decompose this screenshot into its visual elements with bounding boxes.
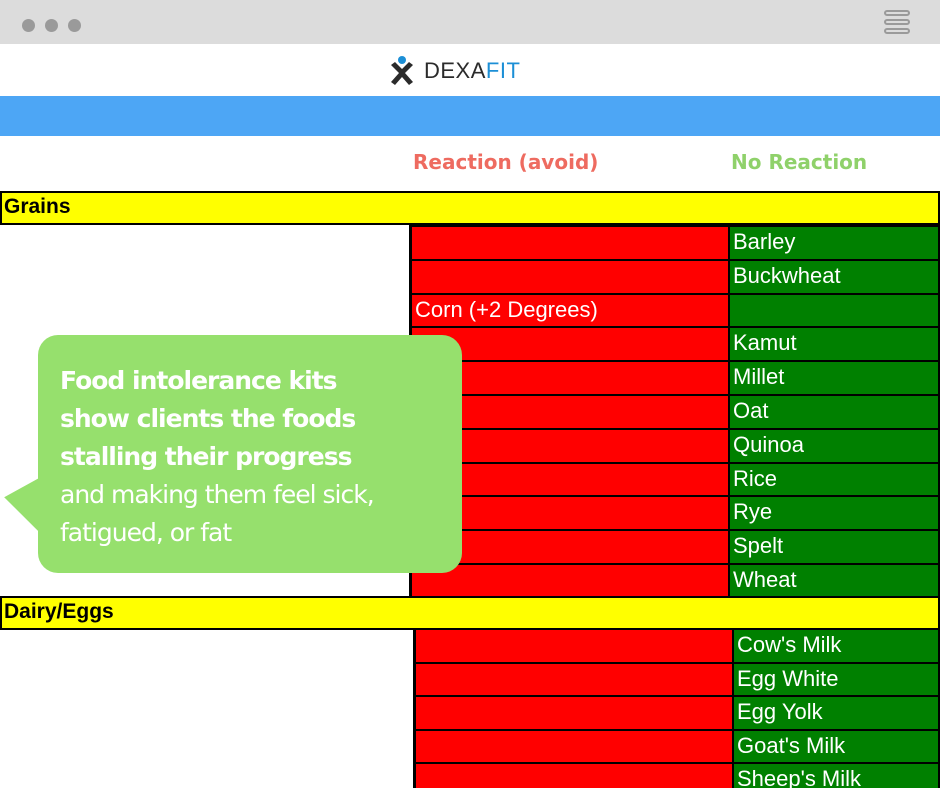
window-dot-icon[interactable]	[68, 19, 81, 32]
no-reaction-cell: Goat's Milk	[732, 728, 940, 765]
reaction-cell	[414, 661, 734, 698]
navigation-bar	[0, 96, 940, 136]
no-reaction-cell: Buckwheat	[728, 258, 940, 295]
no-reaction-cell: Sheep's Milk	[732, 762, 940, 788]
no-reaction-cell: Rice	[728, 461, 940, 498]
category-label-column	[0, 630, 416, 788]
no-reaction-cell: Spelt	[728, 529, 940, 565]
no-reaction-cell: Quinoa	[728, 427, 940, 464]
window-dot-icon[interactable]	[45, 19, 58, 32]
hamburger-menu-icon[interactable]	[884, 10, 910, 36]
reaction-cell	[410, 258, 730, 295]
callout-bold-line: show clients the foods	[60, 404, 356, 433]
callout-bold-line: Food intolerance kits	[60, 366, 338, 395]
reaction-cell	[410, 225, 730, 261]
reaction-cell	[414, 695, 734, 731]
callout-bold-line: stalling their progress	[60, 442, 352, 471]
section-header-grains: Grains	[0, 191, 940, 225]
no-reaction-column-heading: No Reaction	[731, 150, 868, 174]
brand-name: DEXAFIT	[424, 58, 521, 83]
no-reaction-cell: Barley	[728, 225, 940, 261]
callout-line: fatigued, or fat	[60, 518, 232, 547]
no-reaction-cell: Egg Yolk	[732, 695, 940, 731]
no-reaction-cell: Egg White	[732, 661, 940, 698]
dexafit-logo[interactable]: DEXAFIT	[388, 55, 520, 87]
no-reaction-cell: Cow's Milk	[732, 628, 940, 664]
section-header-dairy-eggs: Dairy/Eggs	[0, 596, 940, 630]
reaction-cell	[414, 762, 734, 788]
no-reaction-cell	[728, 292, 940, 329]
reaction-cell	[410, 563, 730, 599]
no-reaction-cell: Rye	[728, 495, 940, 532]
reaction-column-heading: Reaction (avoid)	[413, 150, 599, 174]
reaction-cell	[414, 628, 734, 664]
window-dot-icon[interactable]	[22, 19, 35, 32]
no-reaction-cell: Wheat	[728, 563, 940, 599]
dexafit-logo-icon	[391, 56, 413, 85]
window-titlebar	[0, 0, 940, 44]
callout-line: and making them feel sick,	[60, 480, 375, 509]
callout-text: Food intolerance kits show clients the f…	[60, 362, 440, 552]
reaction-cell	[414, 728, 734, 765]
no-reaction-cell: Kamut	[728, 326, 940, 363]
no-reaction-cell: Oat	[728, 394, 940, 430]
reaction-cell: Corn (+2 Degrees)	[410, 292, 730, 329]
no-reaction-cell: Millet	[728, 360, 940, 396]
